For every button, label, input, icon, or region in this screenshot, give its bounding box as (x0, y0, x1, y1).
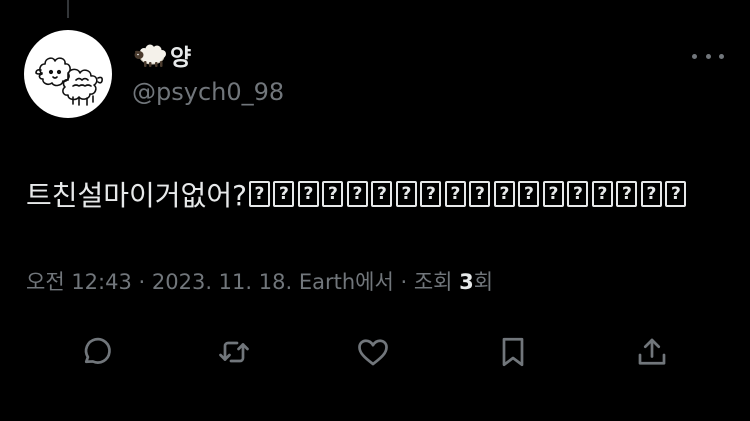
missing-glyph-box: ? (395, 181, 417, 207)
bookmark-icon (502, 337, 524, 367)
missing-glyph-box: ? (665, 181, 687, 207)
sheep-emoji-icon (132, 42, 168, 68)
author-display-name-row[interactable]: 양 (132, 38, 191, 72)
missing-glyph-row: ?????????????????? (248, 181, 690, 207)
heart-icon (358, 339, 388, 366)
tweet-metadata: 오전 12:43 · 2023. 11. 18. Earth에서 · 조회 3회 (26, 266, 493, 296)
meta-separator: · (131, 270, 152, 294)
missing-glyph-box: ? (591, 181, 613, 207)
missing-glyph-box: ? (248, 181, 270, 207)
views-count: 3 (459, 270, 474, 294)
missing-glyph-box: ? (273, 181, 295, 207)
missing-glyph-box: ? (469, 181, 491, 207)
more-options-button[interactable] (692, 44, 724, 68)
retweet-icon (219, 341, 249, 363)
like-button[interactable] (351, 330, 395, 374)
tweet-time[interactable]: 오전 12:43 (26, 270, 132, 294)
author-display-name[interactable]: 양 (170, 38, 191, 72)
missing-glyph-box: ? (640, 181, 662, 207)
tweet-body: 트친설마이거없어? ?????????????????? (26, 174, 690, 214)
more-dots-icon (692, 53, 697, 59)
views-unit: 회 (473, 270, 494, 294)
retweet-button[interactable] (212, 330, 256, 374)
avatar[interactable] (24, 30, 112, 118)
missing-glyph-box: ? (371, 181, 393, 207)
share-button[interactable] (630, 330, 674, 374)
author-handle[interactable]: @psych0_98 (132, 78, 284, 106)
missing-glyph-box: ? (542, 181, 564, 207)
missing-glyph-box: ? (297, 181, 319, 207)
missing-glyph-box: ? (518, 181, 540, 207)
missing-glyph-box: ? (420, 181, 442, 207)
more-dot (719, 53, 724, 59)
missing-glyph-box: ? (444, 181, 466, 207)
missing-glyph-box: ? (346, 181, 368, 207)
thread-connector-line (67, 0, 69, 18)
missing-glyph-box: ? (616, 181, 638, 207)
meta-separator: · (393, 270, 414, 294)
missing-glyph-box: ? (322, 181, 344, 207)
more-dot (705, 53, 711, 59)
tweet-date[interactable]: 2023. 11. 18. (152, 270, 292, 294)
views-label: 조회 (413, 270, 453, 294)
reply-button[interactable] (74, 330, 118, 374)
tweet-text: 트친설마이거없어? (26, 179, 247, 212)
speech-bubble-icon (84, 337, 111, 364)
sheep-doodle-icon (35, 57, 103, 106)
tweet-source: Earth에서 (298, 270, 394, 294)
missing-glyph-box: ? (567, 181, 589, 207)
bookmark-button[interactable] (491, 330, 535, 374)
share-icon (638, 338, 666, 365)
missing-glyph-box: ? (493, 181, 515, 207)
